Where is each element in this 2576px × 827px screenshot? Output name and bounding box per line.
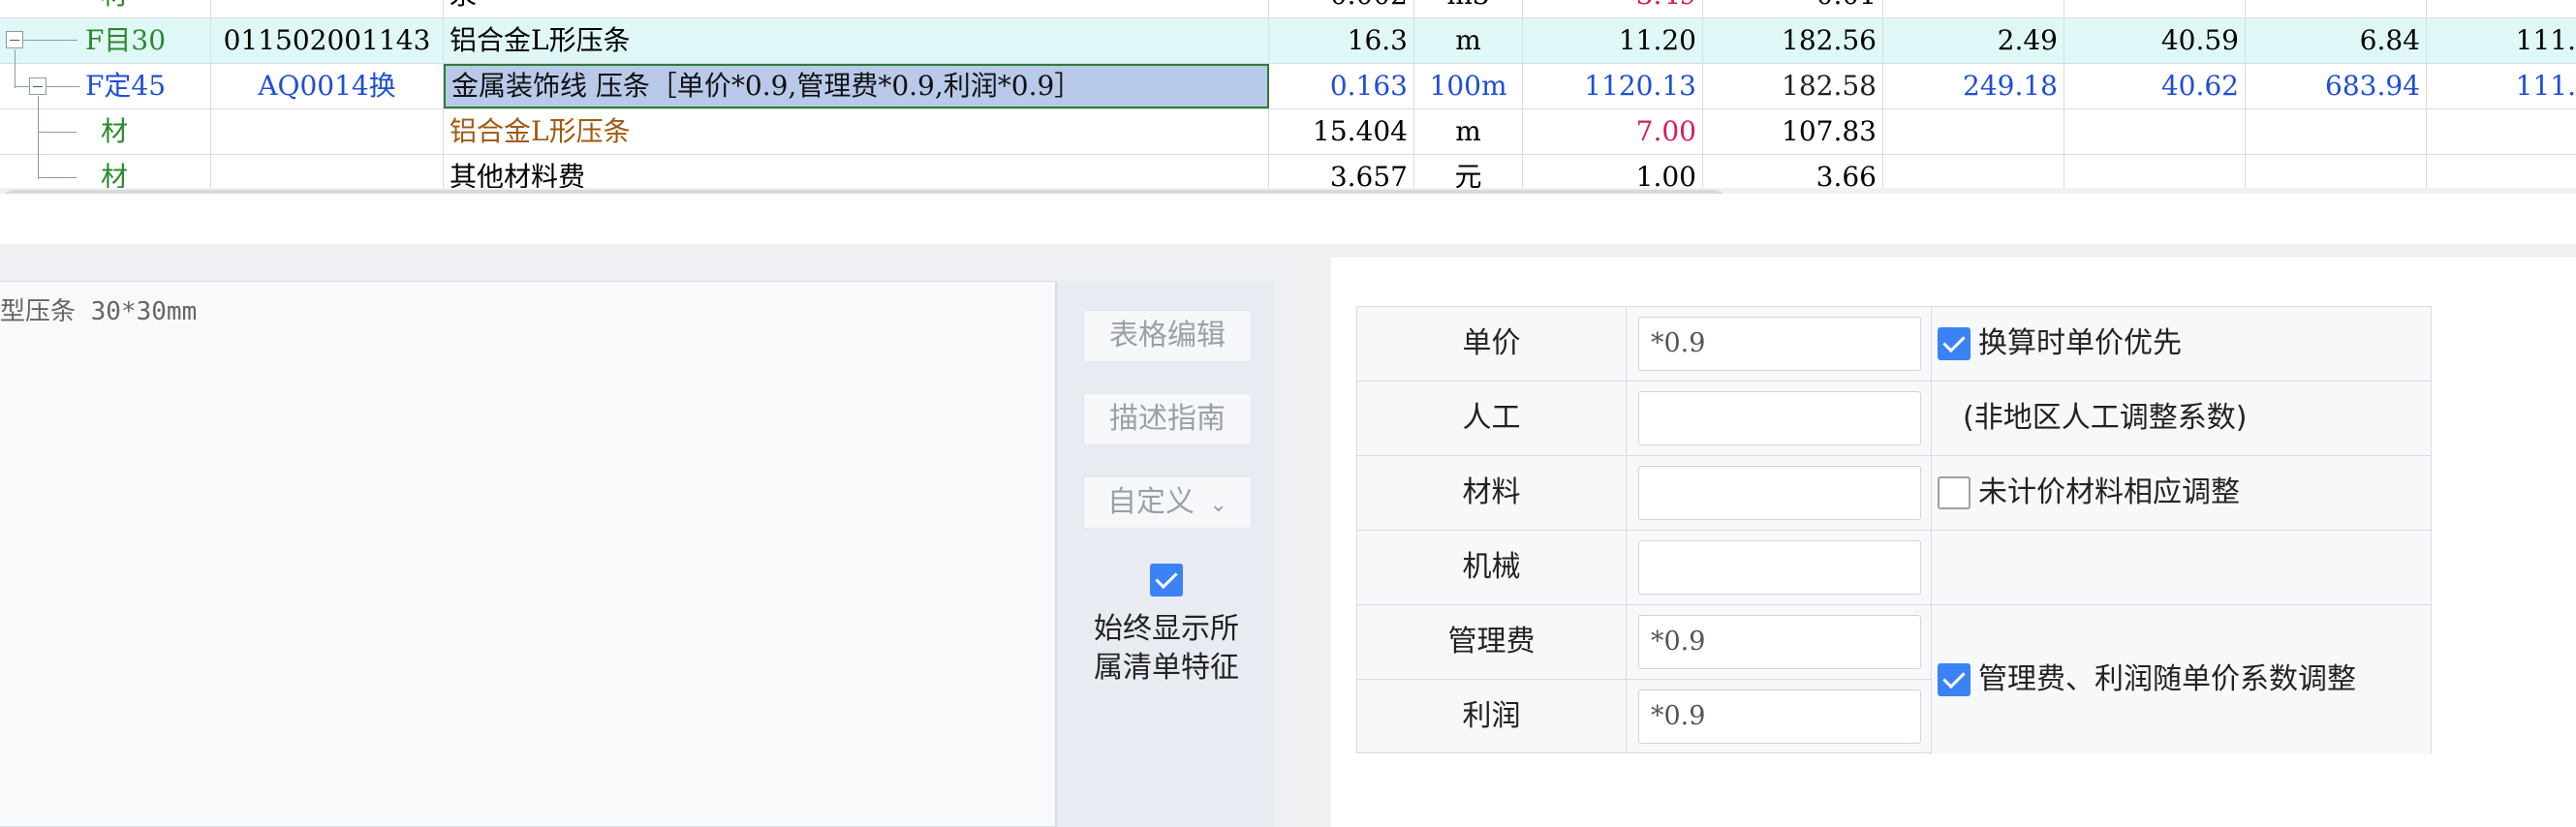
coef-label: 单价 bbox=[1357, 307, 1627, 381]
coef-label: 利润 bbox=[1357, 680, 1627, 753]
price-first-label: 换算时单价优先 bbox=[1978, 326, 2182, 360]
coef-label: 管理费 bbox=[1357, 605, 1627, 679]
table-row[interactable]: 材 汞 0.002 m3 3.49 0.01 bbox=[0, 0, 2576, 18]
feature-textarea[interactable]: 型压条 30*30mm bbox=[0, 281, 1056, 827]
qty-cell[interactable]: 15.404 bbox=[1269, 109, 1414, 154]
coefficient-panel: 单价 *0.9 换算时单价优先 人工 (非地区人工调整系数) 材料 未计价材料相… bbox=[1331, 258, 2576, 827]
labor-coef-input[interactable] bbox=[1638, 391, 1921, 445]
feature-side-toolbar: 表格编辑 描述指南 自定义 ⌄ 始终显示所 属清单特征 bbox=[1056, 281, 1275, 827]
total-cell: 182.58 bbox=[1703, 64, 1883, 108]
name-cell[interactable]: 汞 bbox=[444, 0, 1269, 17]
amount-cell: 111. bbox=[2515, 70, 2576, 102]
table-row[interactable]: 材 铝合金L形压条 15.404 m 7.00 107.83 bbox=[0, 109, 2576, 155]
total-cell: 0.01 bbox=[1703, 0, 1883, 17]
unpriced-material-checkbox[interactable] bbox=[1938, 476, 1971, 509]
profit-coef-input[interactable]: *0.9 bbox=[1638, 689, 1921, 744]
price-cell[interactable]: 11.20 bbox=[1523, 18, 1703, 63]
opt-fee-profit[interactable]: 管理费、利润随单价系数调整 bbox=[1931, 605, 2431, 754]
price-coef-input[interactable]: *0.9 bbox=[1638, 317, 1921, 371]
custom-dropdown-label: 自定义 bbox=[1107, 485, 1195, 519]
labor-note: (非地区人工调整系数) bbox=[1931, 382, 2431, 455]
chevron-down-icon: ⌄ bbox=[1209, 493, 1227, 517]
tree-connector bbox=[47, 86, 79, 87]
code-cell bbox=[211, 0, 444, 17]
coefficient-table: 单价 *0.9 换算时单价优先 人工 (非地区人工调整系数) 材料 未计价材料相… bbox=[1356, 306, 2432, 754]
table-edit-button[interactable]: 表格编辑 bbox=[1083, 310, 1252, 362]
coef-row-machine: 机械 bbox=[1357, 531, 2431, 605]
amount-cell: 40.59 bbox=[2064, 18, 2246, 63]
custom-dropdown[interactable]: 自定义 ⌄ bbox=[1083, 476, 1252, 529]
name-cell[interactable]: 铝合金L形压条 bbox=[444, 109, 1269, 154]
name-cell[interactable]: 铝合金L形压条 bbox=[444, 18, 1269, 63]
horizontal-scrollbar-thumb[interactable] bbox=[0, 190, 1728, 194]
tree-connector bbox=[23, 40, 78, 41]
qty-cell[interactable]: 0.163 bbox=[1269, 64, 1414, 108]
code-cell[interactable] bbox=[211, 109, 444, 154]
unit-cell: 100m bbox=[1414, 64, 1523, 108]
fee-profit-label: 管理费、利润随单价系数调整 bbox=[1978, 662, 2356, 696]
unit-cell: m3 bbox=[1414, 0, 1523, 17]
coef-row-material: 材料 未计价材料相应调整 bbox=[1357, 456, 2431, 531]
coef-row-labor: 人工 (非地区人工调整系数) bbox=[1357, 382, 2431, 456]
feature-panel: 型压条 30*30mm 表格编辑 描述指南 自定义 ⌄ 始终显示所 属清单特征 bbox=[0, 258, 1296, 827]
table-row[interactable]: F定45 AQ0014换 金属装饰线 压条［单价*0.9,管理费*0.9,利润*… bbox=[0, 64, 2576, 109]
unpriced-material-label: 未计价材料相应调整 bbox=[1978, 475, 2240, 509]
tree-connector bbox=[38, 96, 39, 179]
coef-label: 人工 bbox=[1357, 382, 1627, 455]
tree-connector bbox=[38, 132, 77, 133]
amount-cell: 683.94 bbox=[2246, 64, 2427, 108]
coef-row-price: 单价 *0.9 换算时单价优先 bbox=[1357, 307, 2431, 382]
always-show-checkbox[interactable] bbox=[1150, 564, 1183, 597]
material-coef-input[interactable] bbox=[1638, 466, 1921, 520]
coef-label: 材料 bbox=[1357, 456, 1627, 530]
description-guide-button[interactable]: 描述指南 bbox=[1083, 393, 1252, 445]
labor-note-text: (非地区人工调整系数) bbox=[1963, 401, 2248, 435]
tree-connector bbox=[15, 86, 29, 87]
always-show-label-line1: 始终显示所 bbox=[1094, 612, 1239, 646]
table-row[interactable]: F目30 011502001143 铝合金L形压条 16.3 m 11.20 1… bbox=[0, 18, 2576, 64]
qty-cell[interactable]: 0.002 bbox=[1269, 0, 1414, 17]
amount-cell: 111. bbox=[2515, 24, 2576, 56]
mgmt-fee-coef-input[interactable]: *0.9 bbox=[1638, 615, 1921, 669]
panel-splitter[interactable] bbox=[0, 244, 2576, 258]
unit-cell: m bbox=[1414, 109, 1523, 154]
opt-unpriced-material[interactable]: 未计价材料相应调整 bbox=[1931, 456, 2431, 530]
budget-grid: 材 汞 0.002 m3 3.49 0.01 F目30 011502001143… bbox=[0, 0, 2576, 194]
coef-label: 机械 bbox=[1357, 531, 1627, 604]
tree-node-label[interactable]: F目30 bbox=[0, 18, 211, 63]
machine-coef-input[interactable] bbox=[1638, 540, 1921, 595]
amount-cell: 6.84 bbox=[2246, 18, 2427, 63]
total-cell: 182.56 bbox=[1703, 18, 1883, 63]
code-cell[interactable]: AQ0014换 bbox=[211, 64, 444, 108]
collapse-toggle-icon[interactable] bbox=[6, 31, 23, 48]
amount-cell: 40.62 bbox=[2064, 64, 2246, 108]
name-cell-selected[interactable]: 金属装饰线 压条［单价*0.9,管理费*0.9,利润*0.9］ bbox=[444, 64, 1269, 108]
price-cell[interactable]: 7.00 bbox=[1523, 109, 1703, 154]
price-cell[interactable]: 3.49 bbox=[1523, 0, 1703, 17]
tree-connector bbox=[15, 49, 16, 88]
price-cell[interactable]: 1120.13 bbox=[1523, 64, 1703, 108]
fee-profit-checkbox[interactable] bbox=[1938, 663, 1971, 696]
amount-cell: 249.18 bbox=[1883, 64, 2064, 108]
tree-node-label[interactable]: 材 bbox=[0, 109, 211, 154]
price-first-checkbox[interactable] bbox=[1938, 327, 1971, 360]
qty-cell[interactable]: 16.3 bbox=[1269, 18, 1414, 63]
tree-connector bbox=[38, 177, 77, 178]
code-cell[interactable]: 011502001143 bbox=[211, 18, 444, 63]
vertical-splitter[interactable] bbox=[1296, 258, 1331, 827]
opt-price-first[interactable]: 换算时单价优先 bbox=[1931, 307, 2431, 381]
amount-cell: 2.49 bbox=[1883, 18, 2064, 63]
total-cell: 107.83 bbox=[1703, 109, 1883, 154]
always-show-label-line2: 属清单特征 bbox=[1094, 651, 1239, 685]
feature-text: 型压条 30*30mm bbox=[0, 297, 198, 326]
collapse-toggle-icon[interactable] bbox=[29, 77, 47, 95]
unit-cell: m bbox=[1414, 18, 1523, 63]
tree-type: 材 bbox=[0, 0, 211, 17]
